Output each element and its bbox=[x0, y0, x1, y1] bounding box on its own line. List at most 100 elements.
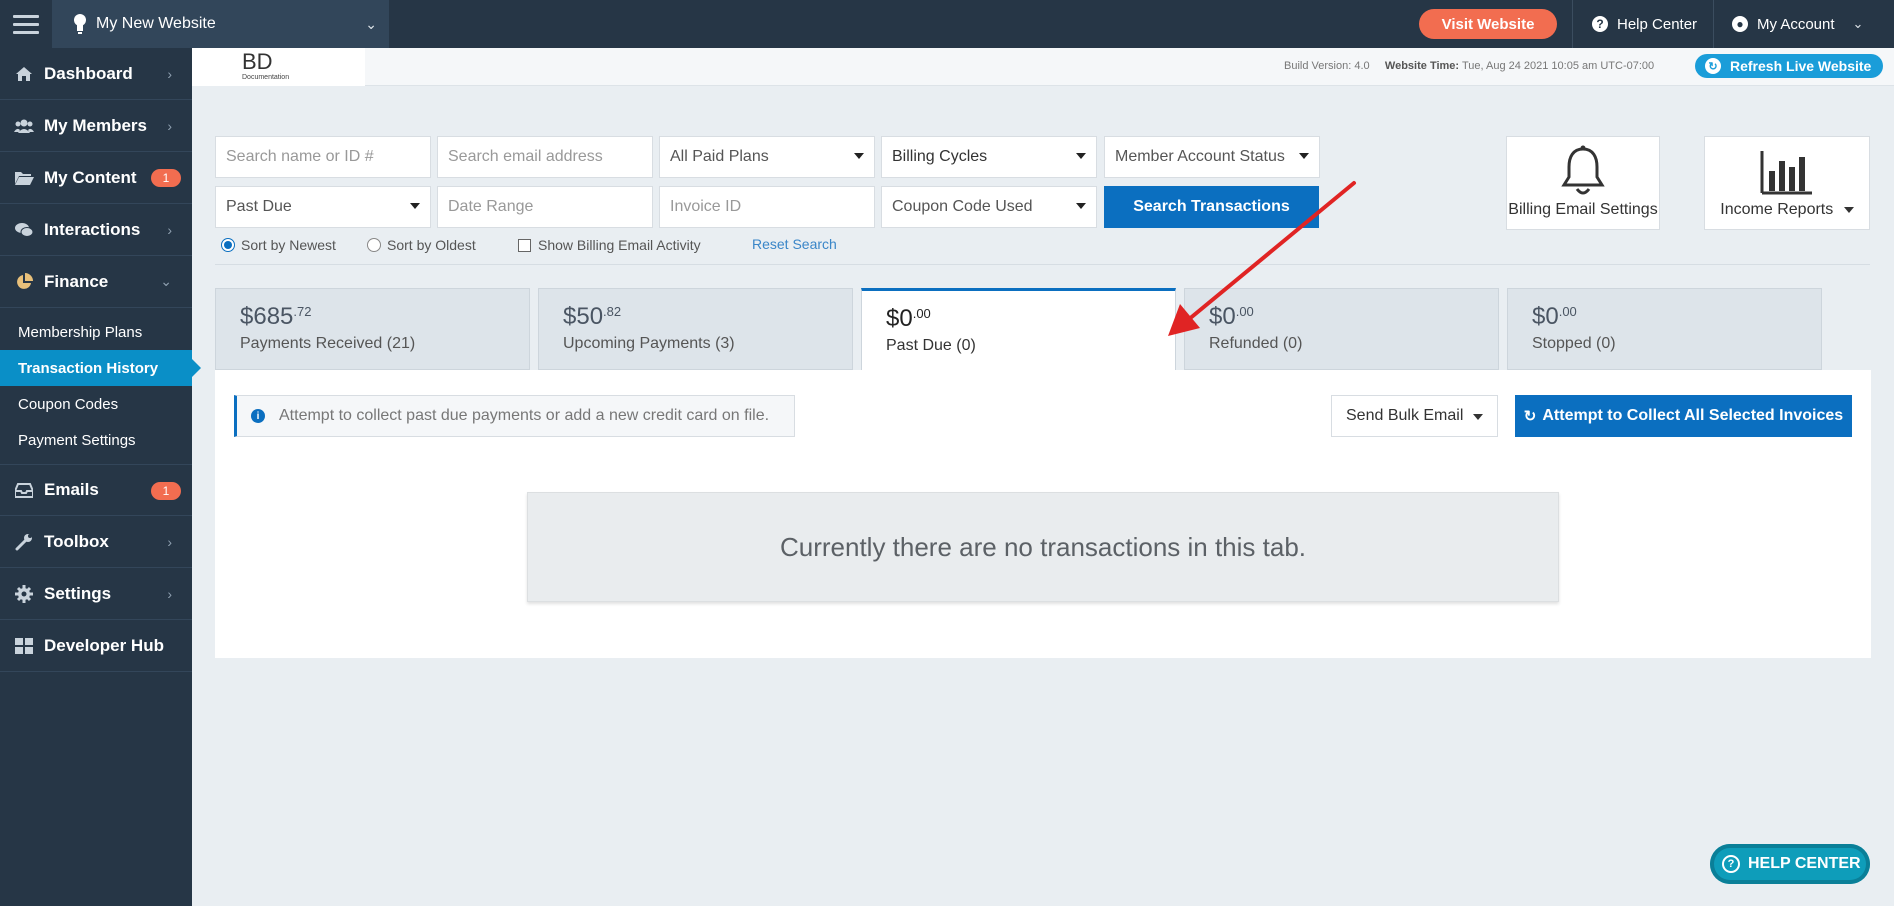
send-bulk-email-button[interactable]: Send Bulk Email bbox=[1331, 395, 1498, 437]
logo-subtext: Documentation bbox=[242, 73, 290, 81]
gear-icon bbox=[14, 584, 34, 604]
show-billing-activity-option[interactable]: Show Billing Email Activity bbox=[518, 236, 701, 254]
my-account-menu[interactable]: ● My Account ⌄ bbox=[1732, 0, 1863, 48]
tab-stopped[interactable]: $0.00 Stopped (0) bbox=[1507, 288, 1822, 370]
count-badge: 1 bbox=[151, 169, 181, 187]
sidebar-item-finance[interactable]: Finance ⌄ bbox=[0, 256, 192, 308]
refresh-label: Refresh Live Website bbox=[1730, 58, 1872, 74]
tab-amount: $685.72 bbox=[240, 303, 529, 331]
info-note-text: Attempt to collect past due payments or … bbox=[279, 407, 770, 424]
coupon-code-select[interactable]: Coupon Code Used bbox=[881, 186, 1097, 228]
amount-dollars: $0 bbox=[886, 305, 913, 332]
plans-select-value: All Paid Plans bbox=[670, 148, 769, 165]
tab-upcoming-payments[interactable]: $50.82 Upcoming Payments (3) bbox=[538, 288, 853, 370]
tab-payments-received[interactable]: $685.72 Payments Received (21) bbox=[215, 288, 530, 370]
income-reports-menu[interactable]: Income Reports bbox=[1704, 136, 1870, 230]
sort-oldest-option[interactable]: Sort by Oldest bbox=[367, 236, 476, 254]
logo-text: BD bbox=[242, 48, 273, 74]
collect-all-invoices-button[interactable]: ↻ Attempt to Collect All Selected Invoic… bbox=[1515, 395, 1852, 437]
sidebar-item-emails[interactable]: Emails 1 bbox=[0, 464, 192, 516]
help-center-button-label: HELP CENTER bbox=[1748, 855, 1861, 872]
sidebar-item-toolbox[interactable]: Toolbox › bbox=[0, 516, 192, 568]
menu-icon[interactable] bbox=[0, 0, 52, 48]
sidebar-item-membership-plans[interactable]: Membership Plans bbox=[0, 314, 192, 350]
question-icon: ? bbox=[1592, 16, 1608, 32]
caret-down-icon bbox=[1299, 153, 1309, 159]
divider bbox=[215, 264, 1870, 265]
finance-submenu: Membership Plans Transaction History Cou… bbox=[0, 308, 201, 464]
annotation-arrow-icon bbox=[1168, 181, 1356, 336]
refresh-icon: ↻ bbox=[1523, 408, 1537, 425]
sidebar-item-developer-hub[interactable]: Developer Hub bbox=[0, 620, 192, 672]
search-email-input[interactable]: Search email address bbox=[437, 136, 653, 178]
tab-past-due[interactable]: $0.00 Past Due (0) bbox=[861, 288, 1176, 372]
sidebar-item-interactions[interactable]: Interactions › bbox=[0, 204, 192, 256]
refresh-live-website-button[interactable]: ↻ Refresh Live Website bbox=[1695, 54, 1883, 78]
chevron-right-icon: › bbox=[167, 117, 172, 134]
help-center-button[interactable]: ? HELP CENTER bbox=[1710, 844, 1870, 884]
caret-down-icon bbox=[1076, 153, 1086, 159]
caret-down-icon bbox=[1473, 414, 1483, 420]
empty-state-message: Currently there are no transactions in t… bbox=[527, 492, 1559, 602]
sidebar-item-transaction-history[interactable]: Transaction History bbox=[0, 350, 201, 386]
sidebar-item-label: My Content bbox=[44, 167, 137, 187]
plans-select[interactable]: All Paid Plans bbox=[659, 136, 875, 178]
build-value: 4.0 bbox=[1354, 60, 1370, 72]
sidebar-item-my-members[interactable]: My Members › bbox=[0, 100, 192, 152]
refresh-icon: ↻ bbox=[1705, 58, 1721, 74]
chevron-right-icon: › bbox=[167, 221, 172, 238]
reset-search-link[interactable]: Reset Search bbox=[752, 236, 837, 252]
invoice-id-input[interactable]: Invoice ID bbox=[659, 186, 875, 228]
income-reports-text: Income Reports bbox=[1720, 201, 1834, 218]
website-selector[interactable]: My New Website ⌄ bbox=[52, 0, 389, 48]
billing-email-settings-button[interactable]: Billing Email Settings bbox=[1506, 136, 1660, 230]
radio-unselected[interactable] bbox=[367, 238, 381, 252]
visit-website-button[interactable]: Visit Website bbox=[1419, 9, 1557, 39]
radio-selected[interactable] bbox=[221, 238, 235, 252]
billing-cycles-select[interactable]: Billing Cycles bbox=[881, 136, 1097, 178]
bar-chart-icon bbox=[1760, 151, 1812, 195]
income-reports-label: Income Reports bbox=[1720, 201, 1854, 219]
chat-icon bbox=[14, 220, 34, 240]
sidebar-item-settings[interactable]: Settings › bbox=[0, 568, 192, 620]
sidebar-item-dashboard[interactable]: Dashboard › bbox=[0, 48, 192, 100]
date-range-input[interactable]: Date Range bbox=[437, 186, 653, 228]
chevron-down-icon: ⌄ bbox=[365, 16, 377, 32]
chevron-right-icon: › bbox=[167, 65, 172, 82]
folder-icon bbox=[14, 168, 34, 188]
amount-dollars: $50 bbox=[563, 303, 604, 330]
help-center-link[interactable]: ? Help Center bbox=[1592, 0, 1697, 48]
info-note: i Attempt to collect past due payments o… bbox=[234, 395, 795, 437]
chevron-right-icon: › bbox=[167, 533, 172, 550]
chevron-down-icon: ⌄ bbox=[160, 273, 172, 289]
amount-dollars: $0 bbox=[1532, 303, 1559, 330]
amount-cents: .00 bbox=[912, 306, 931, 321]
sidebar-item-payment-settings[interactable]: Payment Settings bbox=[0, 422, 192, 458]
billing-cycles-value: Billing Cycles bbox=[892, 148, 988, 165]
site-logo[interactable]: BD Documentation bbox=[192, 48, 365, 86]
sort-newest-label: Sort by Newest bbox=[241, 237, 336, 253]
build-label: Build Version: bbox=[1284, 60, 1352, 72]
caret-down-icon bbox=[854, 153, 864, 159]
sort-newest-option[interactable]: Sort by Newest bbox=[221, 236, 336, 254]
tab-label: Payments Received (21) bbox=[240, 335, 416, 352]
users-icon bbox=[14, 116, 34, 136]
info-icon: i bbox=[251, 409, 265, 423]
billing-email-settings-label: Billing Email Settings bbox=[1508, 201, 1658, 218]
member-status-value: Member Account Status bbox=[1115, 148, 1285, 165]
bell-icon bbox=[1561, 145, 1605, 195]
amount-cents: .00 bbox=[1558, 304, 1577, 319]
search-name-input[interactable]: Search name or ID # bbox=[215, 136, 431, 178]
sidebar-item-label: Dashboard bbox=[44, 63, 133, 83]
member-status-select[interactable]: Member Account Status bbox=[1104, 136, 1320, 178]
sidebar-item-coupon-codes[interactable]: Coupon Codes bbox=[0, 386, 192, 422]
top-bar: My New Website ⌄ Visit Website ? Help Ce… bbox=[0, 0, 1894, 48]
wrench-icon bbox=[14, 532, 34, 552]
sidebar-item-my-content[interactable]: My Content 1 bbox=[0, 152, 192, 204]
checkbox[interactable] bbox=[518, 238, 531, 252]
tab-amount: $0.00 bbox=[1532, 303, 1821, 331]
past-due-select[interactable]: Past Due bbox=[215, 186, 431, 228]
website-time-label: Website Time: bbox=[1384, 60, 1460, 72]
count-badge: 1 bbox=[151, 482, 181, 500]
pie-chart-icon bbox=[14, 272, 34, 292]
